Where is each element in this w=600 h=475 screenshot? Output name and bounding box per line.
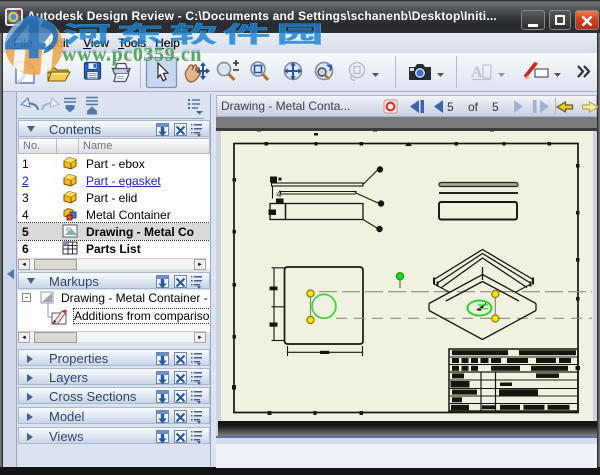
svg-text:4: 4 <box>4 2 47 72</box>
svg-text:www.pc0359.cn: www.pc0359.cn <box>62 44 202 66</box>
